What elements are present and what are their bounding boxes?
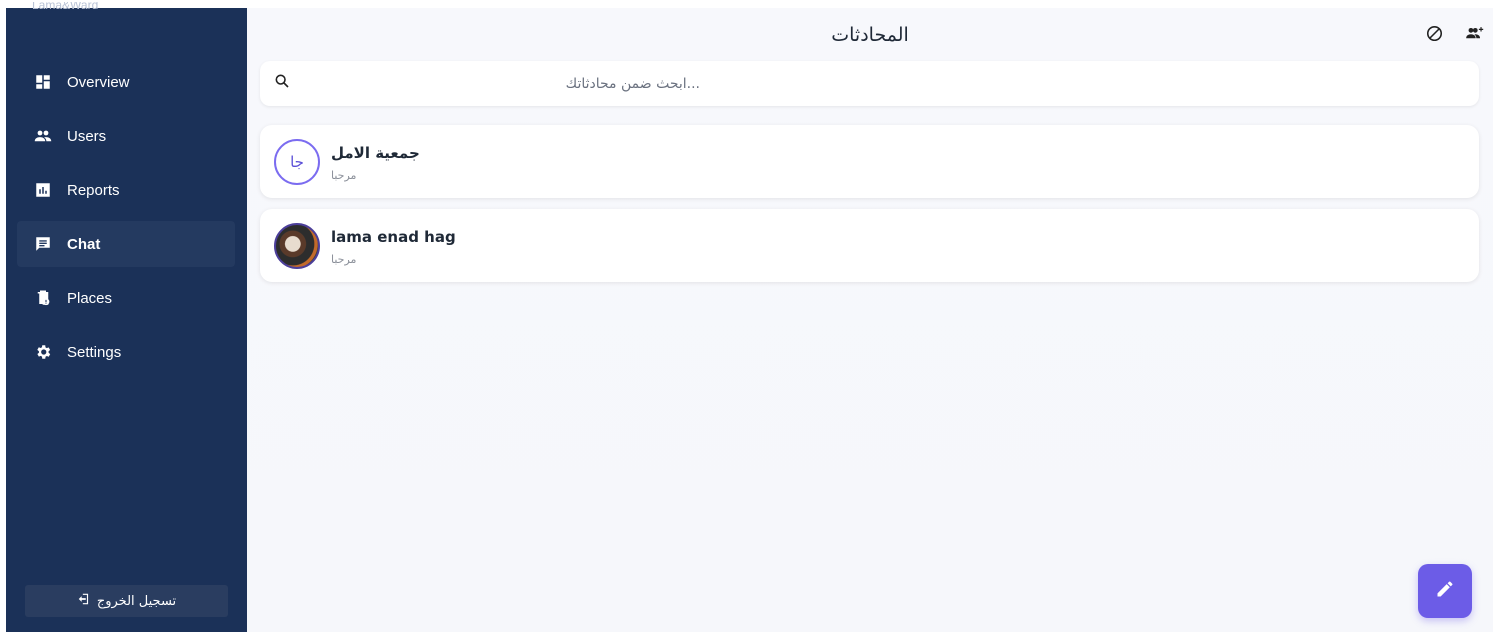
sidebar: Lama&Ward Overview Users Reports Chat Pl… — [6, 2, 247, 632]
brand-name: Lama&Ward — [32, 2, 99, 12]
search-bar[interactable] — [260, 61, 1479, 106]
sidebar-item-users[interactable]: Users — [17, 113, 235, 159]
sidebar-item-places[interactable]: Places — [17, 275, 235, 321]
sidebar-item-overview[interactable]: Overview — [17, 59, 235, 105]
sidebar-item-label: Reports — [67, 181, 120, 199]
sidebar-item-reports[interactable]: Reports — [17, 167, 235, 213]
app-root: Lama&Ward Overview Users Reports Chat Pl… — [0, 0, 1499, 632]
conversation-name: lama enad hag — [331, 228, 456, 246]
dashboard-icon — [34, 73, 52, 91]
sidebar-item-settings[interactable]: Settings — [17, 329, 235, 375]
block-icon[interactable] — [1424, 23, 1444, 43]
conversation-item[interactable]: جا جمعية الامل مرحبا — [260, 125, 1479, 198]
logout-button[interactable]: تسجيل الخروج — [25, 585, 228, 617]
logout-label: تسجيل الخروج — [96, 593, 177, 609]
sidebar-item-label: Users — [67, 127, 107, 145]
sidebar-item-label: Overview — [67, 73, 130, 91]
sidebar-item-label: Places — [67, 289, 113, 307]
new-chat-button[interactable] — [1418, 564, 1472, 618]
conversation-preview: مرحبا — [331, 253, 357, 266]
sidebar-item-label: Chat — [67, 235, 101, 253]
search-input[interactable] — [300, 75, 700, 92]
page-title: المحادثات — [831, 24, 909, 46]
gear-icon — [34, 343, 52, 361]
conversation-name: جمعية الامل — [331, 144, 420, 162]
conversation-preview: مرحبا — [331, 169, 357, 182]
chat-main: المحادثات جا جمعية الامل مرحبا lama enad… — [247, 8, 1493, 632]
reports-icon — [34, 181, 52, 199]
pencil-icon — [1435, 579, 1455, 604]
chat-icon — [34, 235, 52, 253]
add-user-icon[interactable] — [1464, 23, 1484, 43]
avatar: جا — [274, 139, 320, 185]
users-icon — [34, 127, 52, 145]
conversation-item[interactable]: lama enad hag مرحبا — [260, 209, 1479, 282]
places-icon — [34, 289, 52, 307]
logout-icon — [77, 592, 91, 611]
header-actions — [1424, 23, 1484, 43]
sidebar-item-chat[interactable]: Chat — [17, 221, 235, 267]
sidebar-item-label: Settings — [67, 343, 122, 361]
search-icon — [274, 73, 290, 94]
avatar — [274, 223, 320, 269]
